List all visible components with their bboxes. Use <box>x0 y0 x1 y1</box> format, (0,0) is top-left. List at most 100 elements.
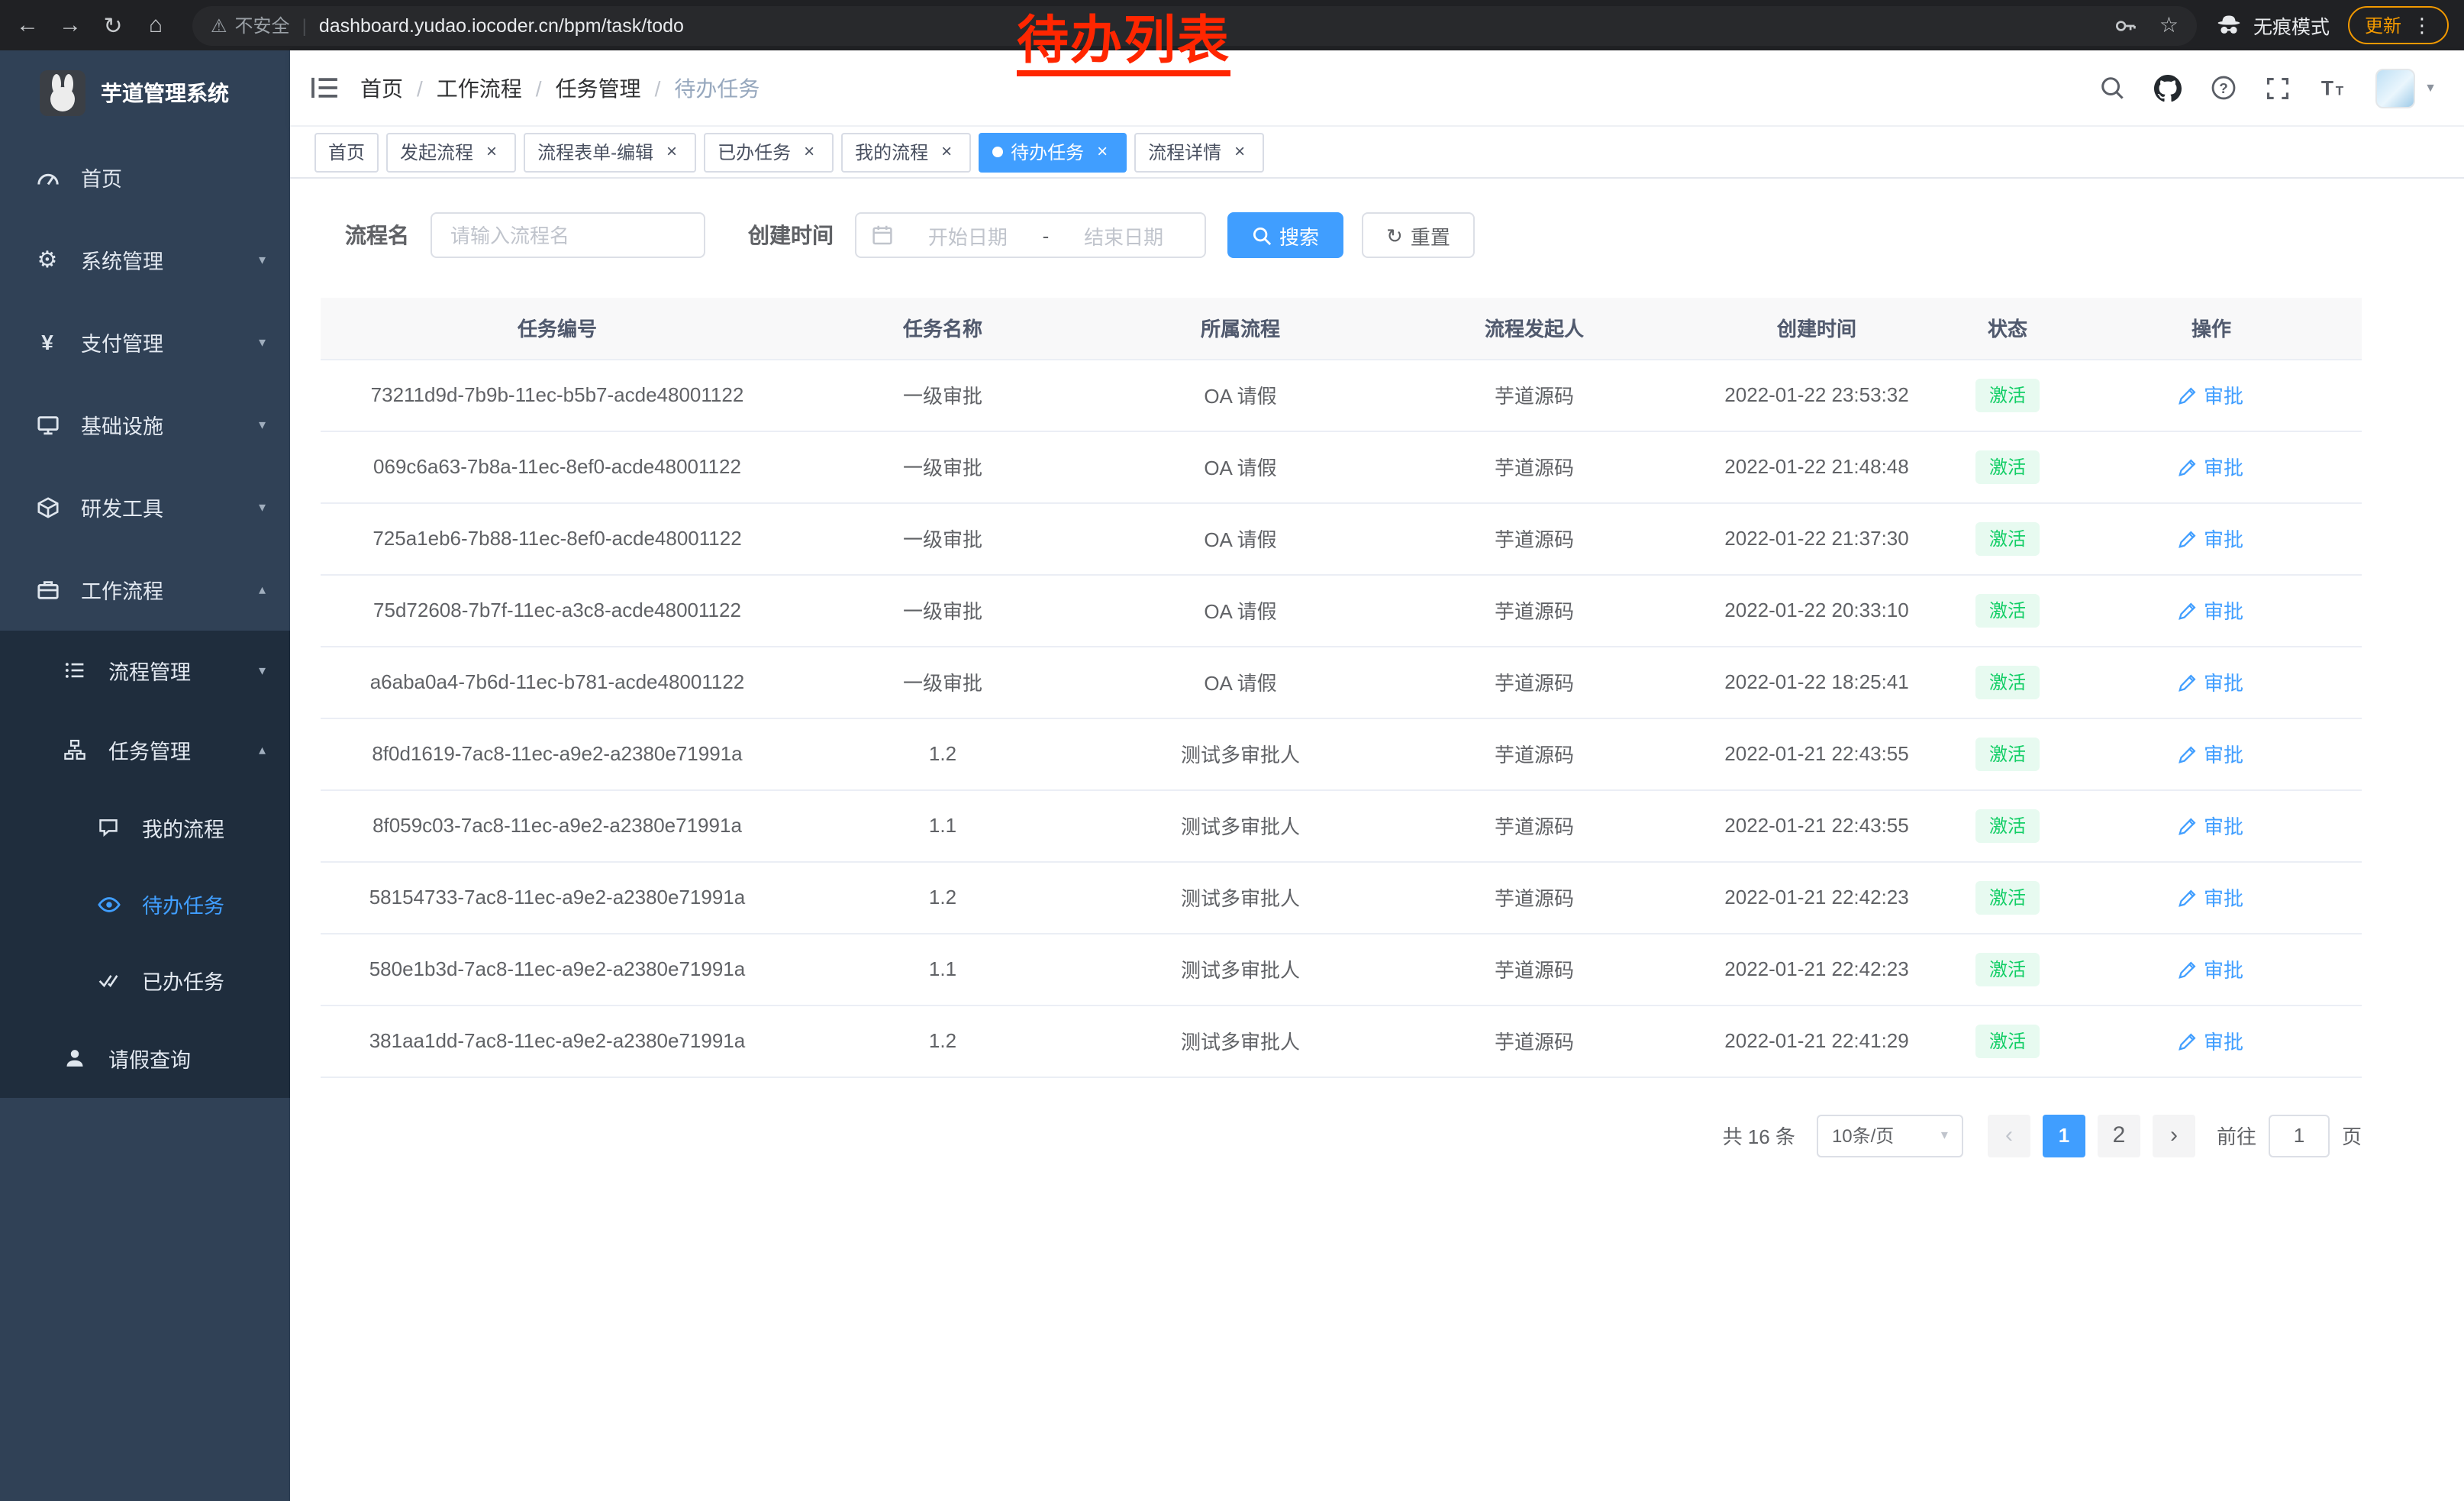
process-name-label: 流程名 <box>345 220 409 250</box>
audit-link-label: 审批 <box>2204 452 2243 481</box>
cell-process: 测试多审批人 <box>1092 1005 1389 1077</box>
cell-task-name: 一级审批 <box>794 431 1092 502</box>
font-size-icon[interactable]: TT <box>2319 75 2346 101</box>
status-badge: 激活 <box>1975 378 2040 412</box>
security-label[interactable]: 不安全 <box>235 12 290 38</box>
app-title: 芋道管理系统 <box>101 78 229 108</box>
browser-chrome: ← → ↻ ⌂ ⚠ 不安全 | dashboard.yudao.iocoder.… <box>0 0 2464 50</box>
tab-close-icon[interactable]: × <box>1229 141 1250 163</box>
browser-update-button[interactable]: 更新 ⋮ <box>2348 6 2449 44</box>
prev-page-button[interactable]: ‹ <box>1988 1114 2030 1157</box>
browser-home-button[interactable]: ⌂ <box>134 4 177 47</box>
sidebar-item-label: 基础设施 <box>81 409 163 440</box>
audit-link[interactable]: 审批 <box>2179 883 2243 912</box>
sidebar-item-leave-query[interactable]: 请假查询 <box>0 1018 290 1098</box>
tab-label: 我的流程 <box>855 139 928 165</box>
yen-icon: ¥ <box>34 330 61 354</box>
table-row: 725a1eb6-7b88-11ec-8ef0-acde48001122 一级审… <box>321 502 2362 574</box>
todo-task-table: 任务编号 任务名称 所属流程 流程发起人 创建时间 状态 操作 73211d9d… <box>321 298 2362 1077</box>
sidebar-item-process-management[interactable]: 流程管理 ▾ <box>0 631 290 710</box>
breadcrumb-home[interactable]: 首页 <box>360 73 403 103</box>
briefcase-icon <box>34 578 61 601</box>
sidebar-item-my-processes[interactable]: 我的流程 <box>0 789 290 866</box>
audit-link[interactable]: 审批 <box>2179 452 2243 481</box>
next-page-button[interactable]: › <box>2153 1114 2195 1157</box>
search-icon[interactable] <box>2099 75 2125 101</box>
audit-link[interactable]: 审批 <box>2179 811 2243 840</box>
filter-bar: 流程名 创建时间 开始日期 - 结束日期 搜索 ↻ 重置 <box>345 212 2464 258</box>
warning-icon: ⚠ <box>211 15 227 36</box>
audit-link[interactable]: 审批 <box>2179 954 2243 983</box>
reset-button[interactable]: ↻ 重置 <box>1362 212 1475 258</box>
date-range-picker[interactable]: 开始日期 - 结束日期 <box>855 212 1206 258</box>
audit-link[interactable]: 审批 <box>2179 1026 2243 1055</box>
sidebar-item-home[interactable]: 首页 <box>0 136 290 218</box>
process-name-input[interactable] <box>431 212 705 258</box>
cell-process: OA 请假 <box>1092 646 1389 718</box>
github-icon[interactable] <box>2154 74 2182 102</box>
cell-task-name: 一级审批 <box>794 502 1092 574</box>
search-button[interactable]: 搜索 <box>1227 212 1343 258</box>
create-time-label: 创建时间 <box>748 220 834 250</box>
sidebar-item-workflow[interactable]: 工作流程 ▴ <box>0 548 290 631</box>
eye-icon <box>95 893 122 915</box>
sidebar-item-infrastructure[interactable]: 基础设施 ▾ <box>0 383 290 466</box>
tab-home[interactable]: 首页 <box>314 132 379 172</box>
start-date-placeholder[interactable]: 开始日期 <box>902 221 1034 250</box>
cell-created: 2022-01-22 23:53:32 <box>1679 359 1954 431</box>
tab-process-form-edit[interactable]: 流程表单-编辑 × <box>524 132 696 172</box>
tab-close-icon[interactable]: × <box>481 141 502 163</box>
tab-start-process[interactable]: 发起流程 × <box>386 132 516 172</box>
avatar[interactable] <box>2375 68 2415 108</box>
audit-link[interactable]: 审批 <box>2179 524 2243 553</box>
audit-link[interactable]: 审批 <box>2179 667 2243 696</box>
cell-created: 2022-01-21 22:42:23 <box>1679 933 1954 1005</box>
sidebar-item-dev-tools[interactable]: 研发工具 ▾ <box>0 466 290 548</box>
cell-task-name: 1.1 <box>794 933 1092 1005</box>
tab-close-icon[interactable]: × <box>661 141 682 163</box>
calendar-icon <box>872 224 893 246</box>
audit-link[interactable]: 审批 <box>2179 596 2243 625</box>
page-size-select[interactable]: 10条/页 ▾ <box>1817 1114 1963 1157</box>
app-logo[interactable]: 芋道管理系统 <box>0 50 290 136</box>
user-menu[interactable]: ▼ <box>2375 68 2437 108</box>
tab-todo-tasks[interactable]: 待办任务 × <box>979 132 1127 172</box>
sidebar-item-label: 研发工具 <box>81 492 163 522</box>
sidebar-item-payment-management[interactable]: ¥ 支付管理 ▾ <box>0 301 290 383</box>
search-button-label: 搜索 <box>1279 221 1319 250</box>
fullscreen-icon[interactable] <box>2266 76 2290 100</box>
sidebar-item-todo-tasks[interactable]: 待办任务 <box>0 866 290 942</box>
sidebar-item-task-management[interactable]: 任务管理 ▴ <box>0 710 290 789</box>
breadcrumb-workflow[interactable]: 工作流程 <box>437 73 522 103</box>
url-text[interactable]: dashboard.yudao.iocoder.cn/bpm/task/todo <box>319 15 2114 36</box>
browser-forward-button[interactable]: → <box>49 4 92 47</box>
tab-process-detail[interactable]: 流程详情 × <box>1134 132 1264 172</box>
sidebar-item-done-tasks[interactable]: 已办任务 <box>0 942 290 1018</box>
key-icon[interactable] <box>2114 13 2138 37</box>
browser-reload-button[interactable]: ↻ <box>92 4 134 47</box>
collapse-sidebar-icon[interactable] <box>311 76 337 99</box>
breadcrumb-task-management[interactable]: 任务管理 <box>556 73 641 103</box>
tab-close-icon[interactable]: × <box>936 141 957 163</box>
sidebar-item-label: 我的流程 <box>142 812 224 843</box>
audit-link[interactable]: 审批 <box>2179 739 2243 768</box>
tab-my-processes[interactable]: 我的流程 × <box>841 132 971 172</box>
sidebar-item-system-management[interactable]: ⚙ 系统管理 ▾ <box>0 218 290 301</box>
bookmark-star-icon[interactable]: ☆ <box>2159 12 2179 38</box>
goto-page-input[interactable] <box>2269 1114 2330 1157</box>
tab-done-tasks[interactable]: 已办任务 × <box>704 132 834 172</box>
tab-close-icon[interactable]: × <box>1092 141 1113 163</box>
page-button-2[interactable]: 2 <box>2098 1114 2140 1157</box>
browser-menu-icon[interactable]: ⋮ <box>2412 15 2432 35</box>
cell-initiator: 芋道源码 <box>1389 789 1679 861</box>
tab-close-icon[interactable]: × <box>798 141 820 163</box>
address-bar[interactable]: ⚠ 不安全 | dashboard.yudao.iocoder.cn/bpm/t… <box>192 5 2197 45</box>
end-date-placeholder[interactable]: 结束日期 <box>1058 221 1189 250</box>
browser-back-button[interactable]: ← <box>6 4 49 47</box>
table-row: 381aa1dd-7ac8-11ec-a9e2-a2380e71991a 1.2… <box>321 1005 2362 1077</box>
page-button-1[interactable]: 1 <box>2043 1114 2085 1157</box>
cell-status: 激活 <box>1954 359 2061 431</box>
help-icon[interactable]: ? <box>2211 75 2237 101</box>
audit-link[interactable]: 审批 <box>2179 380 2243 409</box>
cell-actions: 审批 <box>2061 1005 2362 1077</box>
